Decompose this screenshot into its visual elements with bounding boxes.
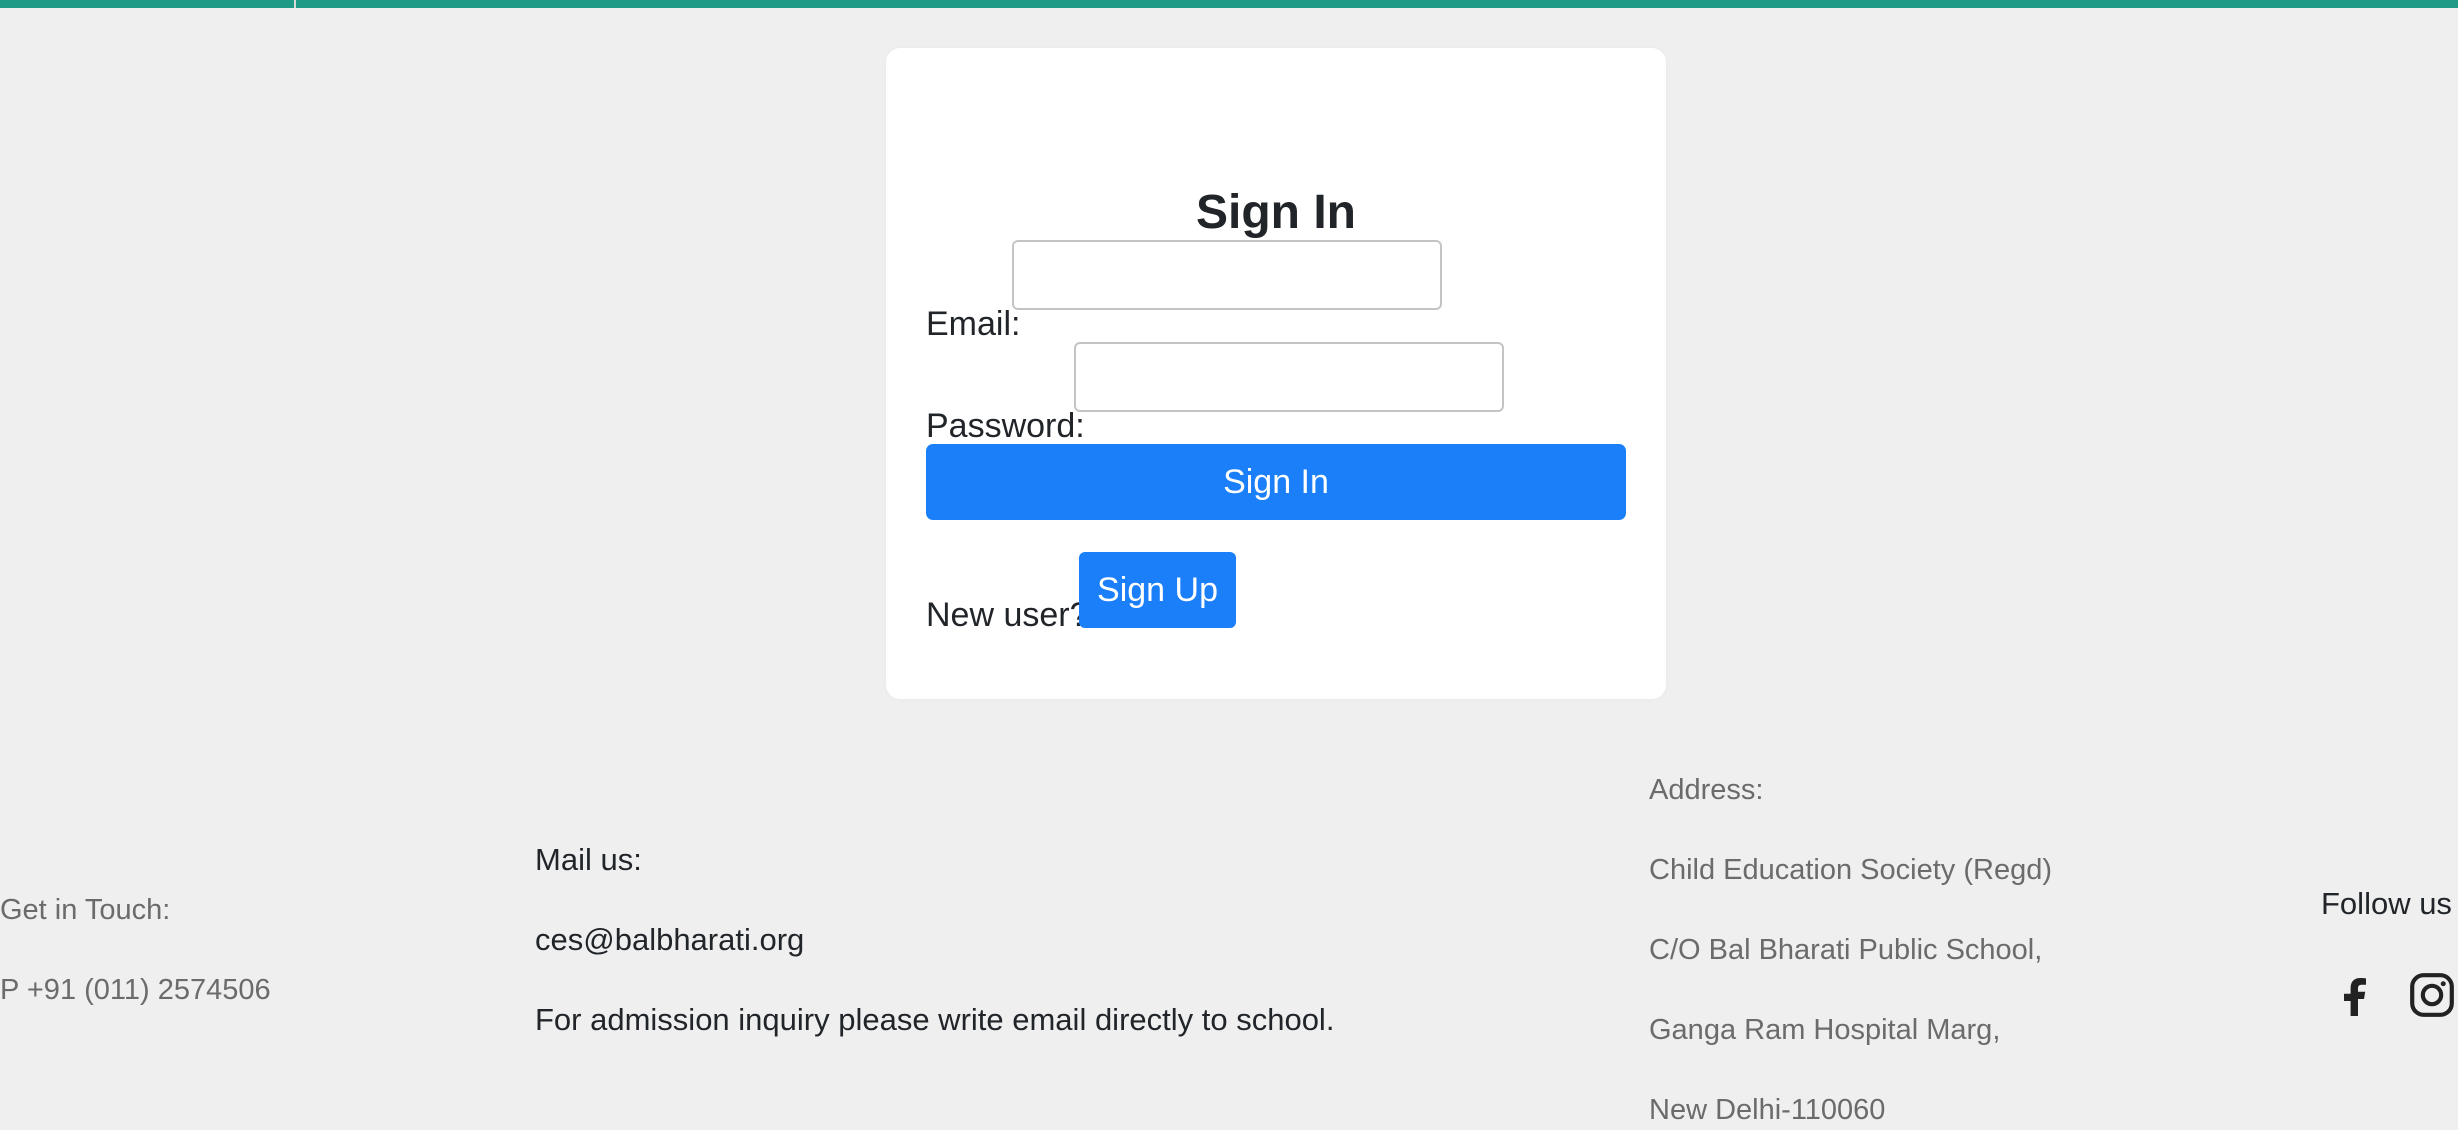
address-line: C/O Bal Bharati Public School, (1649, 934, 2043, 966)
address-heading: Address: (1649, 774, 1764, 806)
contact-heading: Get in Touch: (0, 894, 171, 926)
mail-email-link[interactable]: ces@balbharati.org (535, 918, 804, 962)
mail-heading: Mail us: (535, 842, 642, 877)
signin-card: Sign In Email: Password: Sign In New use… (886, 48, 1666, 699)
facebook-icon (2344, 978, 2366, 1016)
page-title: Sign In (1196, 186, 1356, 239)
instagram-icon (2410, 973, 2454, 1017)
email-label: Email: (926, 305, 1021, 343)
password-field[interactable] (1074, 342, 1504, 412)
top-bar-divider (294, 0, 296, 8)
address-line: Ganga Ram Hospital Marg, (1649, 1014, 2001, 1046)
address-line: Child Education Society (Regd) (1649, 854, 2052, 886)
new-user-text: New user? (926, 596, 1089, 634)
sign-up-button[interactable]: Sign Up (1079, 552, 1236, 628)
facebook-icon[interactable] (2330, 972, 2378, 1020)
instagram-icon[interactable] (2407, 970, 2455, 1018)
top-accent-bar (0, 0, 2458, 8)
sign-in-button[interactable]: Sign In (926, 444, 1626, 520)
contact-phone: P +91 (011) 2574506 (0, 974, 271, 1006)
follow-us-heading: Follow us (2321, 886, 2452, 921)
address-line: New Delhi-110060 (1649, 1094, 1886, 1126)
email-field[interactable] (1012, 240, 1442, 310)
admission-note: For admission inquiry please write email… (535, 1002, 1335, 1037)
